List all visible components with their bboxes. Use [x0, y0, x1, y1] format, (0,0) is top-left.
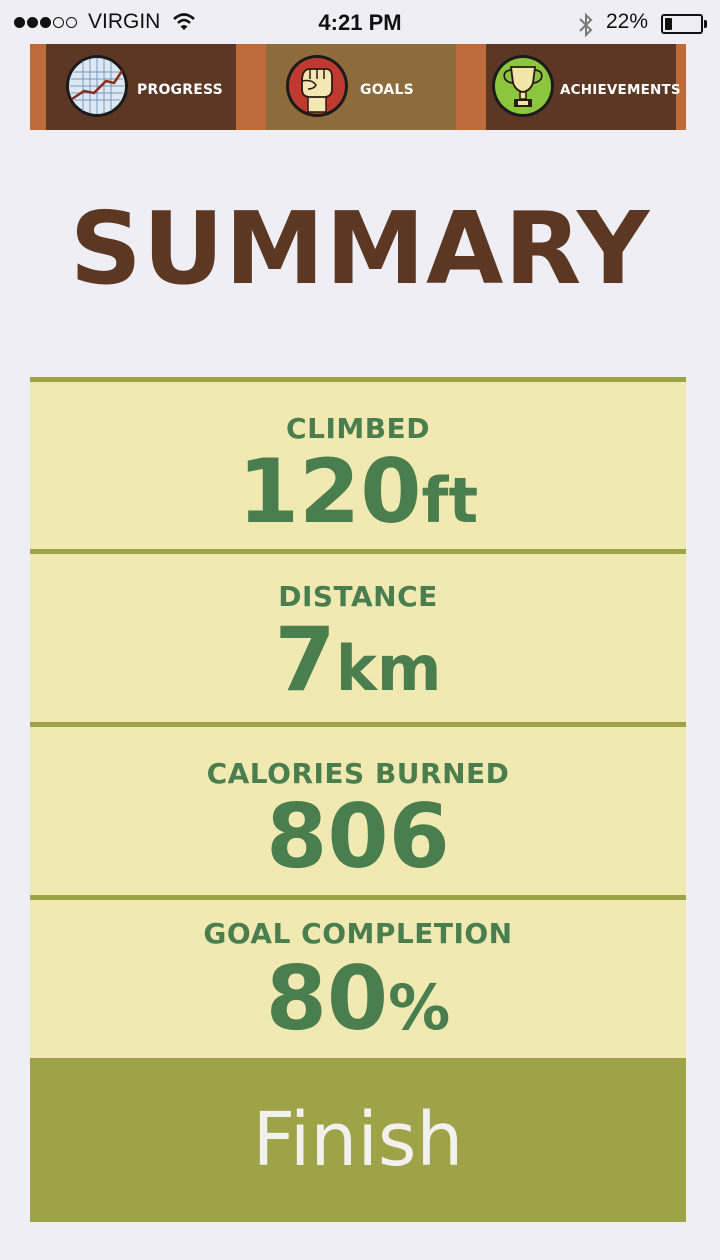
battery-icon: [661, 14, 703, 34]
tab-label: ACHIEVEMENTS: [560, 82, 681, 98]
tab-label: GOALS: [360, 82, 414, 98]
status-bar: VIRGIN 4:21 PM 22%: [0, 0, 720, 46]
bluetooth-icon: [579, 12, 593, 38]
stat-value: 806: [30, 793, 686, 881]
battery-fill: [665, 18, 672, 30]
stat-climbed: CLIMBED 120ft: [30, 377, 686, 551]
page-title: SUMMARY: [69, 190, 651, 307]
stat-number: 80: [265, 947, 389, 1050]
battery-percent: 22%: [606, 10, 649, 33]
tab-progress[interactable]: PROGRESS: [46, 44, 236, 130]
stat-value: 7km: [30, 616, 686, 704]
chart-icon: [66, 55, 128, 117]
tab-bar: PROGRESS GOALS ACHIEVEMENTS: [30, 44, 686, 130]
stat-number: 806: [266, 785, 450, 888]
tab-label: PROGRESS: [137, 82, 223, 98]
stat-number: 7: [274, 608, 336, 711]
battery-nub: [704, 20, 707, 28]
stat-number: 120: [237, 440, 422, 543]
stat-label: DISTANCE: [278, 580, 438, 613]
stat-value: 80%: [30, 955, 686, 1043]
trophy-icon: [492, 55, 554, 117]
stat-unit: ft: [421, 464, 479, 537]
stat-distance: DISTANCE 7km: [30, 549, 686, 725]
finish-button[interactable]: Finish: [30, 1058, 686, 1222]
stat-calories-burned: CALORIES BURNED 806: [30, 722, 686, 898]
tab-achievements[interactable]: ACHIEVEMENTS: [486, 44, 681, 130]
stat-unit: km: [335, 632, 442, 705]
stat-value: 120ft: [30, 448, 686, 536]
stat-goal-completion: GOAL COMPLETION 80%: [30, 895, 686, 1058]
stat-label: GOAL COMPLETION: [203, 917, 513, 950]
stat-unit: %: [388, 971, 451, 1044]
tab-goals[interactable]: GOALS: [266, 44, 456, 130]
fist-icon: [286, 55, 348, 117]
